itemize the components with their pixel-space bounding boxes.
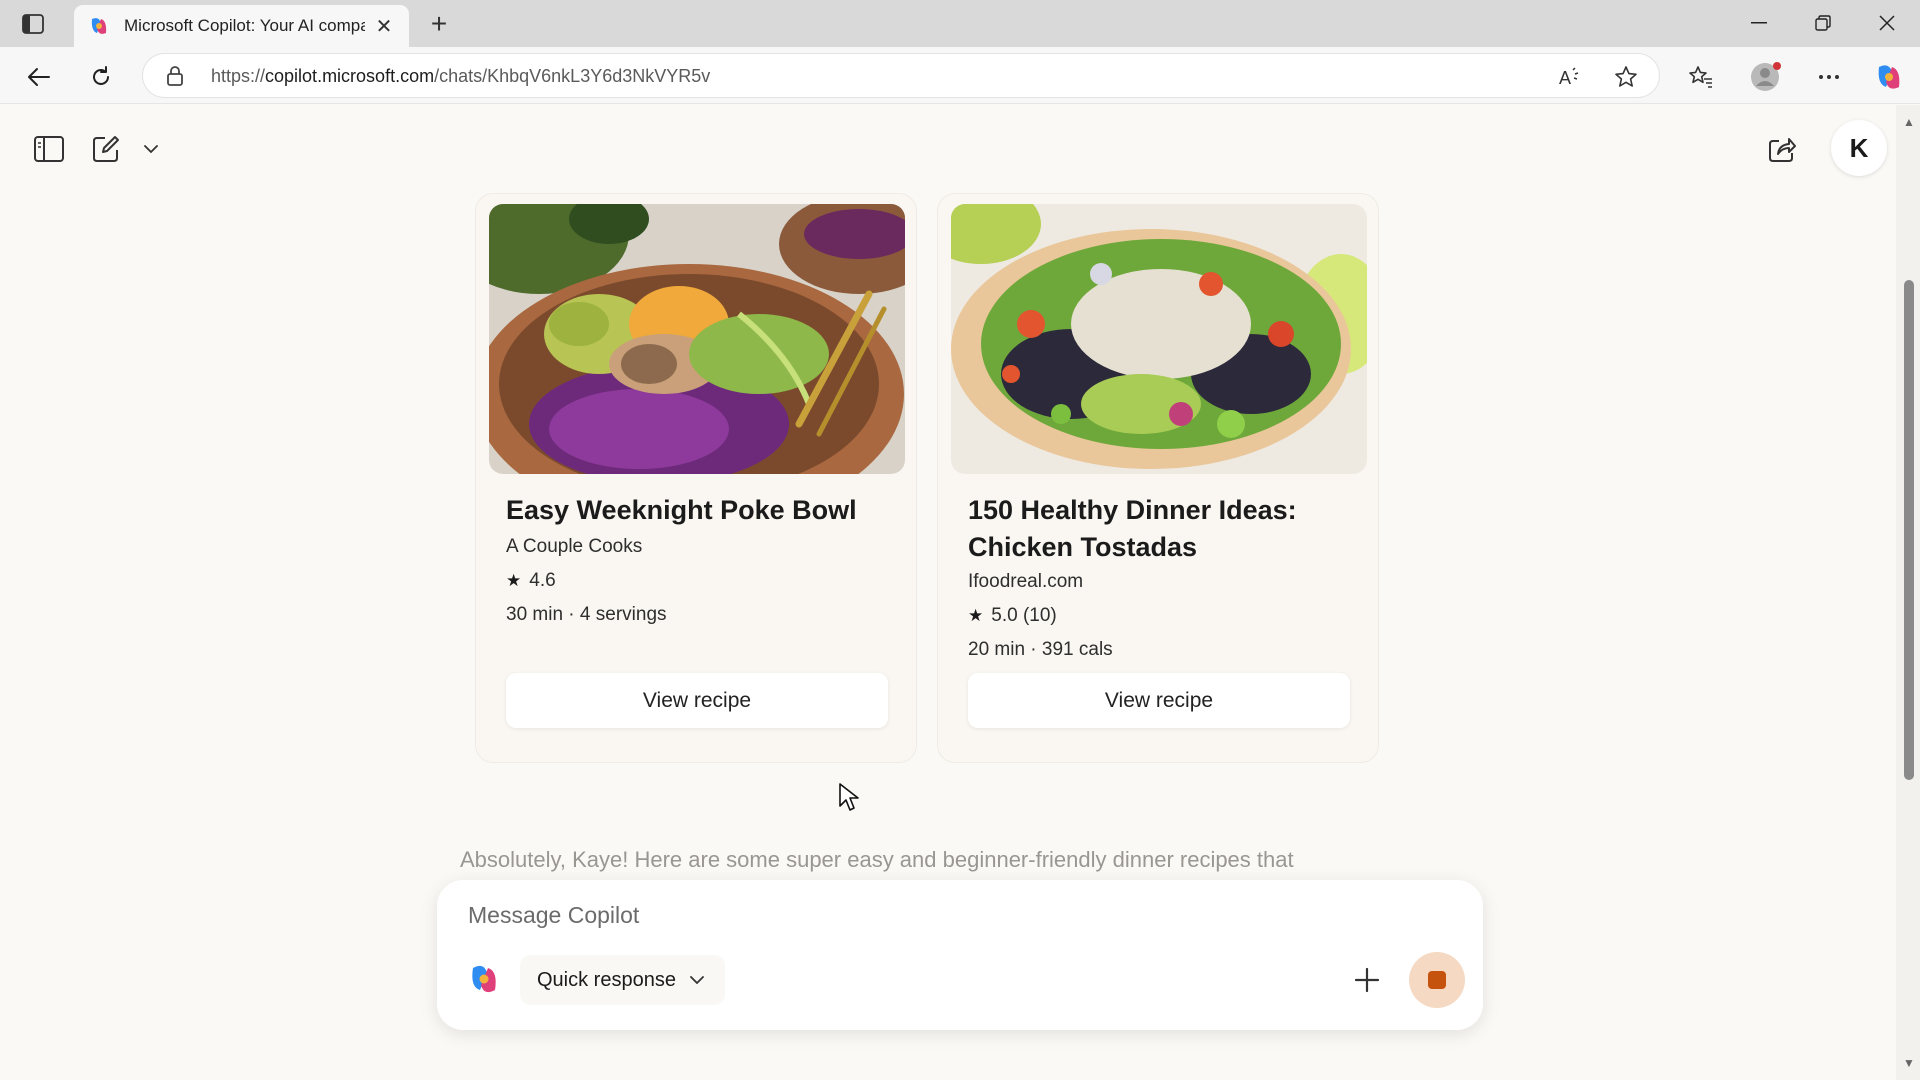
rating-value: 4.6 [529, 570, 556, 591]
more-icon[interactable] [1812, 60, 1846, 94]
poke-bowl-image [489, 204, 905, 474]
view-recipe-button[interactable]: View recipe [968, 673, 1350, 728]
share-icon[interactable] [1766, 133, 1798, 165]
star-icon: ★ [506, 571, 522, 590]
copilot-page: K Easy Weeknight Poke Bowl A Couple Cook… [0, 105, 1920, 1080]
plus-icon[interactable] [1347, 960, 1387, 1000]
message-composer: Quick response [437, 880, 1483, 1030]
address-bar[interactable]: https://copilot.microsoft.com/chats/Khbq… [142, 53, 1660, 98]
rating-value: 5.0 (10) [991, 605, 1057, 626]
window-close-icon[interactable] [1862, 8, 1912, 38]
close-icon[interactable]: ✕ [373, 15, 395, 38]
chevron-down-icon[interactable] [141, 141, 161, 157]
recipe-rating: ★ 4.6 [506, 570, 556, 592]
scroll-thumb[interactable] [1904, 280, 1914, 780]
favorites-icon[interactable] [1684, 60, 1718, 94]
restore-icon[interactable] [1798, 8, 1848, 38]
browser-tab[interactable]: Microsoft Copilot: Your AI compa ✕ [74, 5, 409, 47]
star-icon: ★ [968, 606, 984, 625]
scroll-down-icon[interactable]: ▼ [1903, 1056, 1915, 1070]
response-mode-label: Quick response [537, 968, 676, 991]
response-text: Absolutely, Kaye! Here are some super ea… [460, 847, 1294, 872]
recipe-details: 30 min · 4 servings [506, 604, 667, 625]
message-input[interactable] [468, 902, 1368, 929]
stop-button[interactable] [1409, 952, 1465, 1008]
minimize-icon[interactable] [1734, 8, 1784, 38]
scroll-up-icon[interactable]: ▲ [1903, 115, 1915, 129]
stop-icon [1428, 971, 1446, 989]
navigation-bar: https://copilot.microsoft.com/chats/Khbq… [0, 47, 1920, 104]
tab-title: Microsoft Copilot: Your AI compa [124, 16, 365, 35]
recipe-source: Ifoodreal.com [968, 571, 1084, 592]
url-text: https://copilot.microsoft.com/chats/Khbq… [211, 66, 711, 86]
scrollbar[interactable]: ▲ ▼ [1896, 105, 1920, 1080]
profile-icon[interactable] [1749, 60, 1783, 94]
recipe-card[interactable]: Easy Weeknight Poke Bowl A Couple Cooks … [475, 193, 917, 763]
svg-text:A: A [1559, 68, 1571, 88]
tab-actions-icon[interactable] [16, 11, 50, 37]
recipe-title[interactable]: 150 Healthy Dinner Ideas: Chicken Tostad… [968, 492, 1358, 566]
tostadas-image [951, 204, 1367, 474]
recipe-source: A Couple Cooks [506, 536, 643, 557]
read-aloud-icon[interactable]: A [1557, 64, 1583, 90]
avatar[interactable]: K [1831, 120, 1887, 176]
response-mode-dropdown[interactable]: Quick response [520, 955, 725, 1005]
compose-icon[interactable] [90, 133, 122, 165]
view-recipe-button[interactable]: View recipe [506, 673, 888, 728]
new-tab-button[interactable]: + [424, 8, 454, 39]
recipe-rating: ★ 5.0 (10) [968, 605, 1057, 627]
copilot-icon [467, 962, 501, 996]
recipe-details: 20 min · 391 cals [968, 639, 1113, 660]
recipe-card[interactable]: 150 Healthy Dinner Ideas: Chicken Tostad… [937, 193, 1379, 763]
star-icon[interactable] [1613, 64, 1639, 90]
tab-bar: Microsoft Copilot: Your AI compa ✕ + [0, 0, 1920, 47]
refresh-icon[interactable] [84, 60, 118, 94]
lock-icon[interactable] [165, 65, 187, 87]
back-arrow-icon[interactable] [22, 60, 56, 94]
copilot-sidebar-icon[interactable] [1872, 60, 1906, 94]
mouse-cursor-icon [838, 782, 860, 817]
copilot-icon [88, 15, 110, 37]
chevron-down-icon [690, 976, 704, 984]
recipe-title[interactable]: Easy Weeknight Poke Bowl [506, 492, 896, 529]
sidebar-icon[interactable] [32, 134, 66, 164]
